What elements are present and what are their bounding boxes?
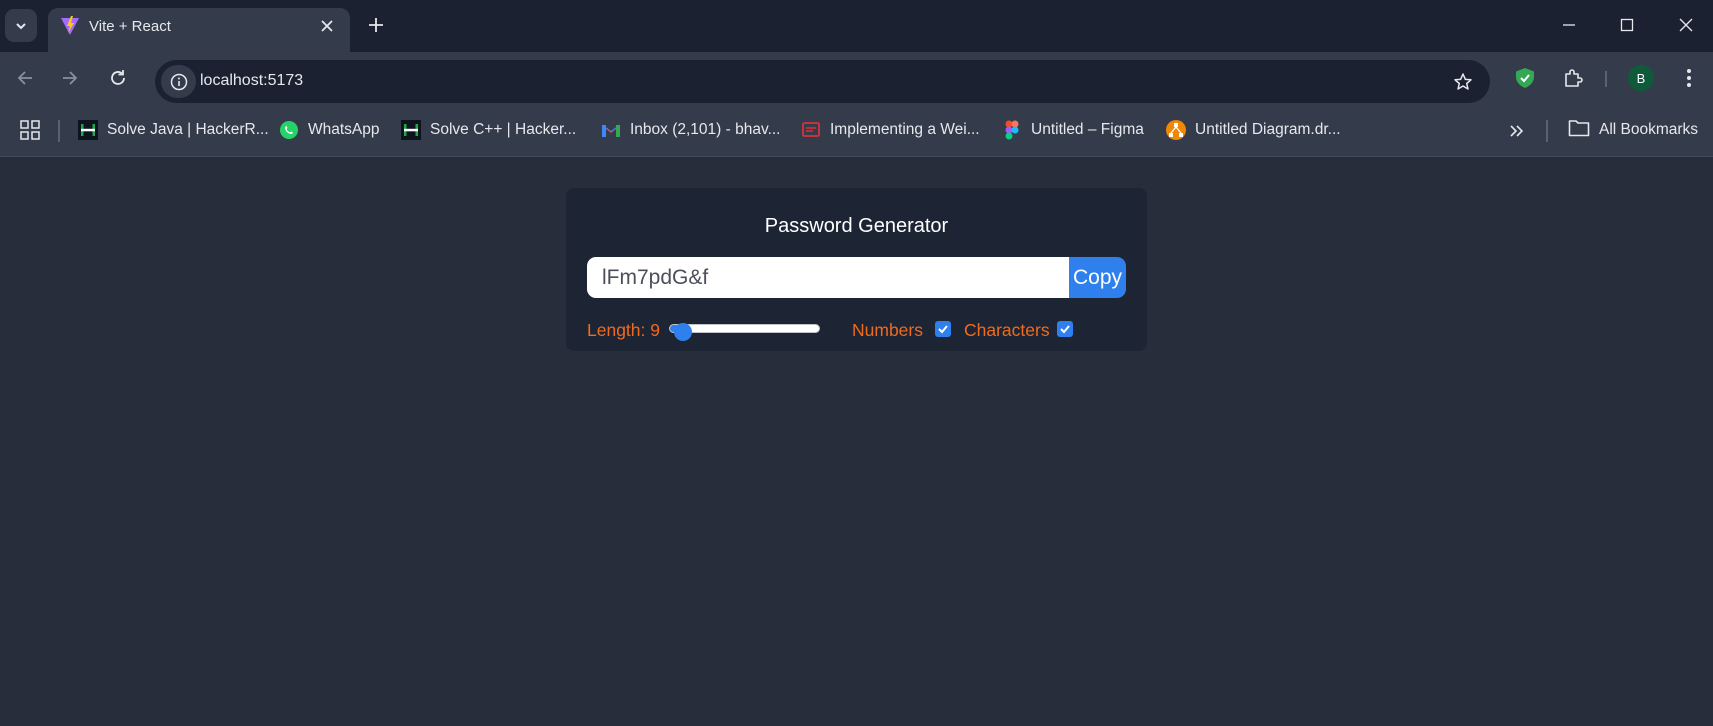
bookmark-star-button[interactable] [1452, 71, 1474, 93]
vite-icon [61, 16, 79, 35]
chevrons-right-icon [1510, 125, 1524, 137]
whatsapp-icon [279, 120, 299, 140]
bookmark-item[interactable]: Implementing a Wei... [801, 117, 980, 143]
bookmarks-bar: Solve Java | HackerR... WhatsApp Solve C… [0, 104, 1713, 157]
new-tab-button[interactable] [363, 12, 389, 38]
browser-menu-button[interactable] [1676, 65, 1702, 91]
tab-title: Vite + React [89, 18, 171, 35]
minimize-button[interactable] [1556, 12, 1582, 38]
more-vertical-icon [1687, 69, 1691, 87]
site-info-button[interactable] [161, 65, 196, 98]
star-icon [1454, 73, 1472, 90]
tab-strip: Vite + React [0, 0, 1713, 52]
tab-active[interactable]: Vite + React [48, 8, 350, 52]
plus-icon [369, 18, 383, 32]
close-window-button[interactable] [1673, 12, 1699, 38]
gmail-icon [601, 120, 621, 140]
bookmark-item[interactable]: Untitled Diagram.dr... [1166, 117, 1341, 143]
info-icon [170, 73, 187, 90]
puzzle-icon [1565, 69, 1583, 87]
tab-search-button[interactable] [5, 9, 37, 42]
back-button[interactable] [12, 65, 38, 91]
maximize-icon [1620, 18, 1634, 32]
grid-icon [20, 120, 40, 140]
length-label: Length: 9 [587, 320, 660, 340]
reload-button[interactable] [105, 65, 131, 91]
address-bar[interactable]: localhost:5173 [155, 60, 1490, 103]
length-slider[interactable] [669, 323, 820, 341]
copy-button[interactable]: Copy [1069, 257, 1126, 298]
characters-checkbox[interactable] [1057, 321, 1073, 337]
figma-icon [1002, 120, 1022, 140]
shield-icon [1516, 68, 1534, 88]
bookmark-item[interactable]: Inbox (2,101) - bhav... [601, 117, 781, 143]
close-icon [1679, 18, 1693, 32]
minimize-icon [1563, 24, 1575, 26]
more-bookmarks-button[interactable] [1504, 118, 1530, 144]
close-tab-icon[interactable] [316, 15, 338, 37]
reload-icon [111, 70, 125, 85]
numbers-checkbox[interactable] [935, 321, 951, 337]
folder-icon [1568, 119, 1590, 142]
url-text: localhost:5173 [200, 72, 304, 89]
drawio-icon [1166, 120, 1186, 140]
characters-label: Characters [964, 320, 1050, 340]
hackerrank-icon [401, 120, 421, 140]
bookmark-item[interactable]: Untitled – Figma [1002, 117, 1144, 143]
all-bookmarks-button[interactable]: All Bookmarks [1568, 117, 1698, 143]
numbers-label: Numbers [852, 320, 923, 340]
bookmark-item[interactable]: WhatsApp [279, 117, 380, 143]
password-generator-card: Password Generator Copy Length: 9 Number… [566, 188, 1147, 351]
bookmark-item[interactable]: Solve Java | HackerR... [78, 117, 269, 143]
arrow-right-icon [63, 71, 78, 85]
page-title: Password Generator [764, 215, 949, 237]
hackerrank-icon [78, 120, 98, 140]
bookmark-item[interactable]: Solve C++ | Hacker... [401, 117, 576, 143]
toolbar-divider [1605, 71, 1607, 87]
extension-shield-button[interactable] [1512, 65, 1538, 91]
apps-button[interactable] [18, 118, 42, 142]
arrow-left-icon [17, 71, 32, 85]
checkmark-icon [938, 325, 948, 334]
length-slider-thumb[interactable] [674, 323, 692, 341]
chevron-down-icon [16, 22, 26, 29]
password-input[interactable] [587, 257, 1069, 298]
checkmark-icon [1060, 325, 1070, 334]
bookmarks-divider [58, 120, 60, 142]
profile-avatar[interactable]: B [1628, 65, 1654, 91]
extensions-button[interactable] [1560, 65, 1586, 91]
browser-toolbar: localhost:5173 B [0, 52, 1713, 104]
maximize-button[interactable] [1614, 12, 1640, 38]
forward-button[interactable] [57, 65, 83, 91]
bookmarks-divider [1546, 120, 1548, 142]
slides-icon [801, 120, 821, 140]
